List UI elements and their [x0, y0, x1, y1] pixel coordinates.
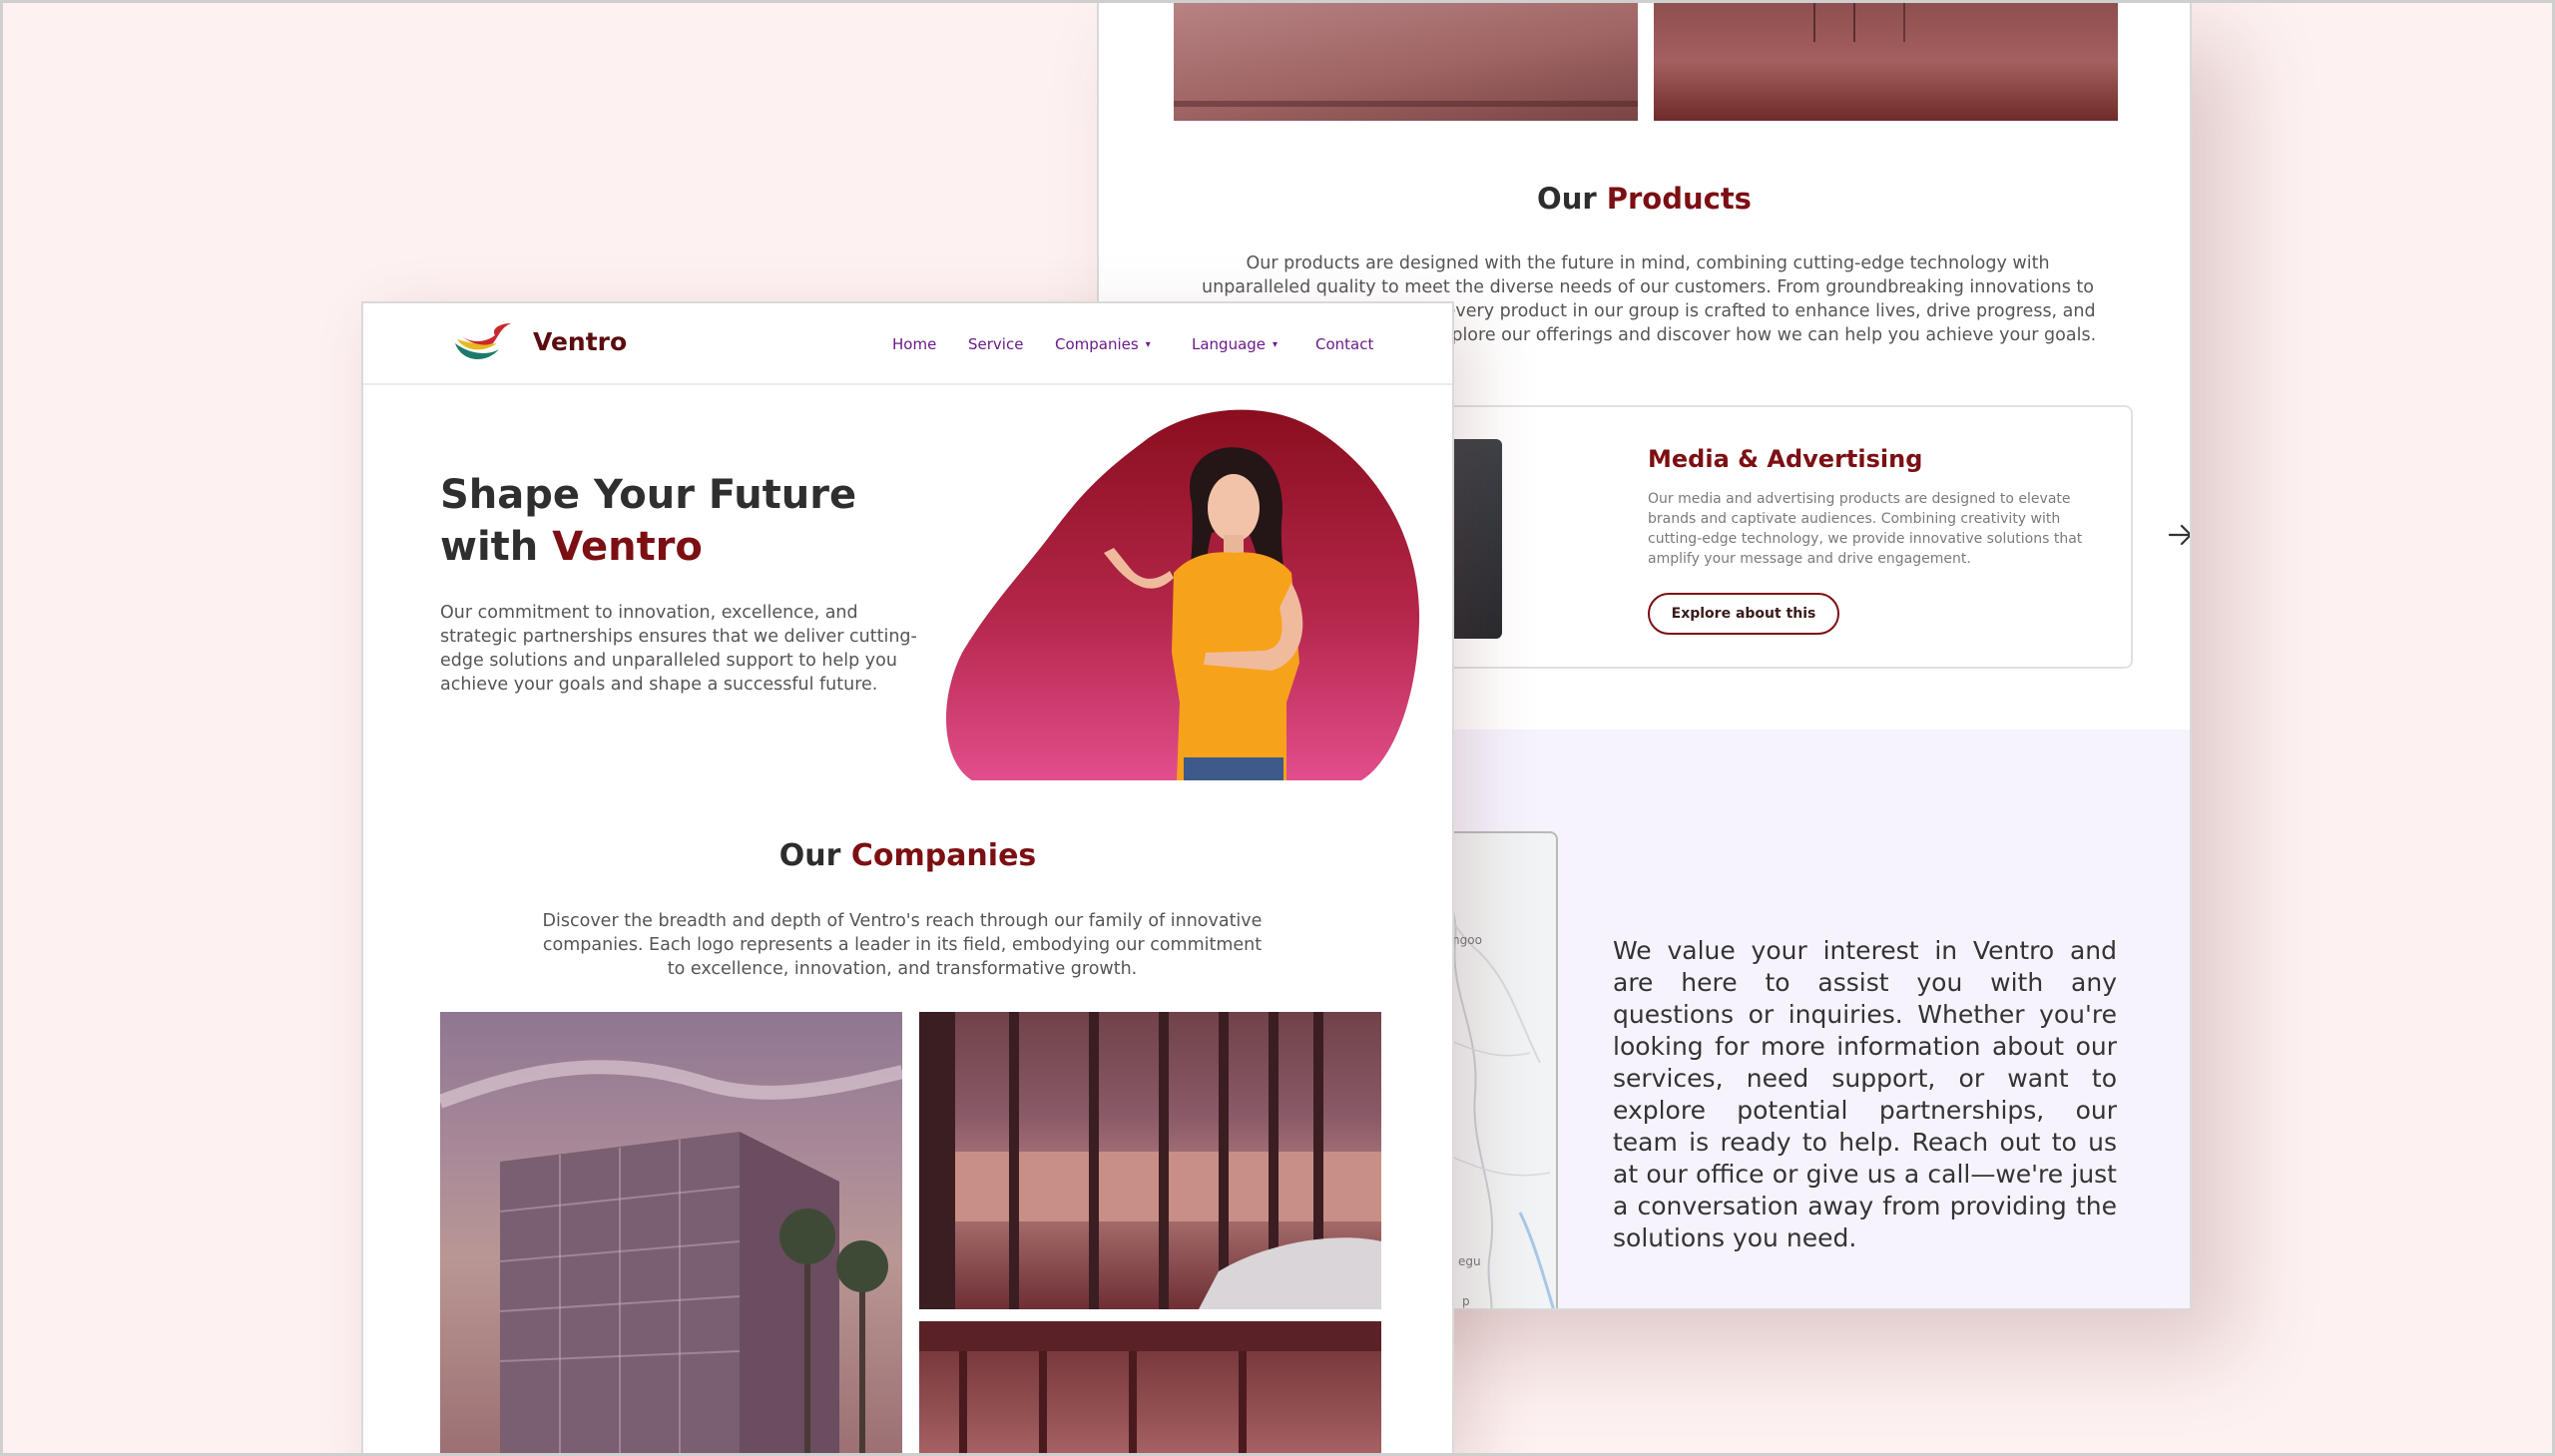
- hero-title-accent: Ventro: [552, 524, 703, 570]
- product-card-title: Media & Advertising: [1648, 445, 1923, 473]
- nav-language-dropdown[interactable]: Language ▾: [1192, 335, 1278, 353]
- companies-title-prefix: Our: [778, 838, 851, 873]
- product-card-description: Our media and advertising products are d…: [1648, 491, 2083, 567]
- brand-name[interactable]: Ventro: [533, 327, 627, 356]
- companies-title-accent: Companies: [850, 838, 1037, 873]
- nav-service[interactable]: Service: [968, 335, 1023, 353]
- nav-home[interactable]: Home: [892, 335, 936, 353]
- company-image-meeting-room: [1654, 2, 2118, 121]
- map-label-city-3: p: [1462, 1294, 1470, 1308]
- carousel-next-arrow-icon[interactable]: [2163, 517, 2190, 553]
- hero-image: [942, 403, 1441, 782]
- nav-service-label: Service: [968, 335, 1024, 353]
- nav-contact[interactable]: Contact: [1315, 335, 1373, 353]
- nav-home-label: Home: [892, 335, 937, 353]
- hero-title-line2-prefix: with: [440, 524, 553, 570]
- products-title-prefix: Our: [1537, 182, 1607, 216]
- company-image-city-view-window[interactable]: [919, 1012, 1381, 1309]
- hero-description: Our commitment to innovation, excellence…: [440, 603, 917, 695]
- hero-title-line1: Shape Your Future: [440, 472, 857, 518]
- nav-contact-label: Contact: [1315, 335, 1374, 353]
- product-card: Media & Advertising Our media and advert…: [1398, 405, 2133, 669]
- map-label-city-2: egu: [1458, 1254, 1481, 1268]
- companies-description: Discover the breadth and depth of Ventro…: [542, 911, 1263, 979]
- map-label-city-1: ngoo: [1452, 933, 1482, 947]
- hero-title: Shape Your Future with Ventro: [440, 469, 959, 573]
- nav-language-label: Language: [1192, 335, 1267, 353]
- explore-button[interactable]: Explore about this: [1648, 593, 1839, 635]
- contact-description: We value your interest in Ventro and are…: [1613, 936, 2117, 1252]
- nav-companies-label: Companies: [1055, 335, 1139, 353]
- navbar: Ventro Home Service Companies ▾ Language…: [363, 303, 1452, 385]
- nav-companies-dropdown[interactable]: Companies ▾: [1055, 335, 1151, 353]
- companies-title: Our Companies: [363, 838, 1452, 873]
- chevron-down-icon: ▾: [1145, 338, 1151, 350]
- company-image-office-interior[interactable]: [919, 1321, 1381, 1454]
- chevron-down-icon: ▾: [1273, 338, 1278, 350]
- front-page-preview: Ventro Home Service Companies ▾ Language…: [361, 301, 1454, 1456]
- ventro-logo-icon[interactable]: [451, 321, 515, 365]
- company-image-office-floor: [1174, 2, 1638, 121]
- products-title: Our Products: [1099, 182, 2190, 216]
- products-title-accent: Products: [1606, 182, 1752, 216]
- company-image-glass-building[interactable]: [440, 1012, 902, 1454]
